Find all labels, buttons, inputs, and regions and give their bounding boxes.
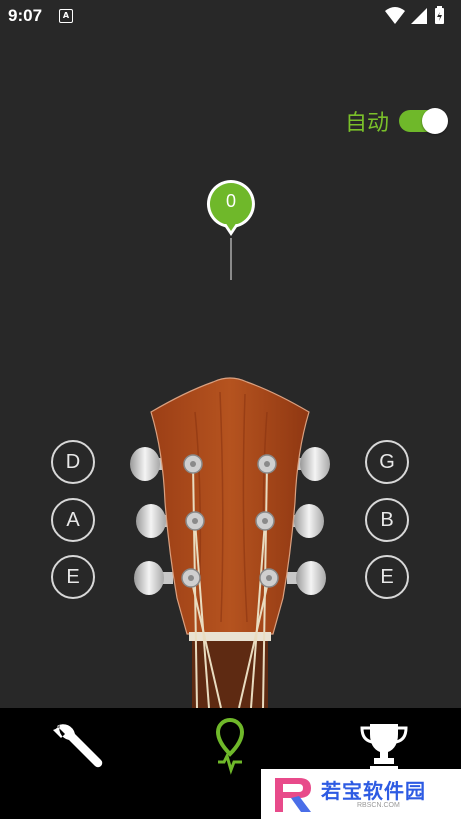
battery-icon [435,6,444,24]
rb-logo-icon [275,778,311,812]
guitar-headstock [130,377,330,708]
auto-mode-label: 自动 [344,111,389,136]
trophy-icon [360,724,408,770]
tuning-peg-right[interactable] [287,561,326,595]
status-icons [385,6,444,24]
auto-mode-toggle[interactable] [399,108,448,134]
watermark: 若宝软件园 RBSCN.COM [261,769,461,819]
notification-icon: A [59,9,73,23]
watermark-subtext: RBSCN.COM [357,802,400,809]
wrench-icon [53,722,103,768]
nav-tools[interactable] [47,716,107,776]
string-button-d[interactable]: D [51,440,95,484]
status-time: 9:07 [8,6,43,25]
string-button-b[interactable]: B [365,498,409,542]
tuning-peg-left[interactable] [134,561,173,595]
tuner-indicator: 0 [205,178,257,282]
tuner-pin-icon [215,717,245,775]
string-button-high-e[interactable]: E [365,555,409,599]
wifi-icon [385,7,405,24]
nav-tuner[interactable] [200,716,260,776]
signal-icon [411,8,427,24]
toggle-knob [422,108,448,134]
string-button-a[interactable]: A [51,498,95,542]
watermark-text: 若宝软件园 [321,779,426,803]
cents-value: 0 [225,191,236,211]
string-button-g[interactable]: G [365,440,409,484]
status-bar: 9:07 A [0,0,461,32]
string-button-low-e[interactable]: E [51,555,95,599]
nav-achievements[interactable] [354,716,414,776]
auto-mode-row: 自动 [344,106,448,136]
